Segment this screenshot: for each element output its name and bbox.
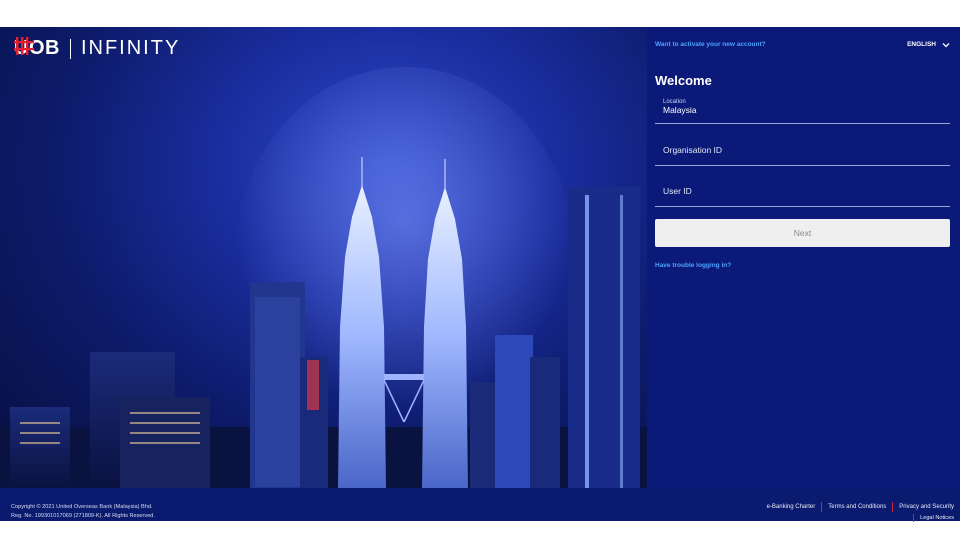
welcome-heading: Welcome (655, 73, 712, 88)
organisation-id-placeholder: Organisation ID (663, 145, 723, 155)
footer: Copyright © 2021 United Overseas Bank (M… (0, 488, 960, 522)
panel-header: Want to activate your new account? ENGLI… (655, 41, 950, 48)
language-selector[interactable]: ENGLISH (907, 41, 950, 48)
location-field[interactable]: Location Malaysia (655, 98, 950, 124)
terms-conditions-link[interactable]: Terms and Conditions (828, 504, 886, 510)
language-label: ENGLISH (907, 41, 936, 48)
legal-notices-link[interactable]: Legal Notices (920, 515, 954, 521)
legal-notices-row: Legal Notices (913, 514, 954, 522)
location-value: Malaysia (663, 105, 697, 115)
copyright-line-2: Reg. No. 199301017069 (271809-K). All Ri… (11, 513, 155, 519)
footer-divider (821, 502, 823, 512)
next-button[interactable]: Next (655, 219, 950, 247)
footer-links: e-Banking Charter Terms and Conditions P… (767, 502, 954, 512)
footer-divider (913, 514, 915, 522)
logo-divider (69, 38, 71, 59)
activate-account-link[interactable]: Want to activate your new account? (655, 41, 766, 48)
footer-divider (892, 502, 894, 512)
chevron-down-icon (942, 42, 950, 47)
organisation-id-field[interactable]: Organisation ID (655, 145, 950, 166)
copyright: Copyright © 2021 United Overseas Bank (M… (11, 503, 155, 521)
ebanking-charter-link[interactable]: e-Banking Charter (767, 504, 816, 510)
login-panel: Want to activate your new account? ENGLI… (647, 27, 960, 488)
privacy-security-link[interactable]: Privacy and Security (899, 504, 954, 510)
uob-logo-mark-icon (14, 37, 34, 55)
uob-infinity-logo: UOB INFINITY (14, 37, 180, 60)
trouble-logging-in-link[interactable]: Have trouble logging in? (655, 262, 731, 269)
product-name: INFINITY (80, 37, 181, 59)
hero-image: UOB INFINITY (0, 27, 647, 488)
login-page: UOB INFINITY Want to activate your new a… (0, 27, 960, 522)
user-id-field[interactable]: User ID (655, 186, 950, 207)
city-skyline-illustration (0, 67, 647, 488)
user-id-placeholder: User ID (663, 186, 692, 196)
copyright-line-1: Copyright © 2021 United Overseas Bank (M… (11, 504, 153, 510)
